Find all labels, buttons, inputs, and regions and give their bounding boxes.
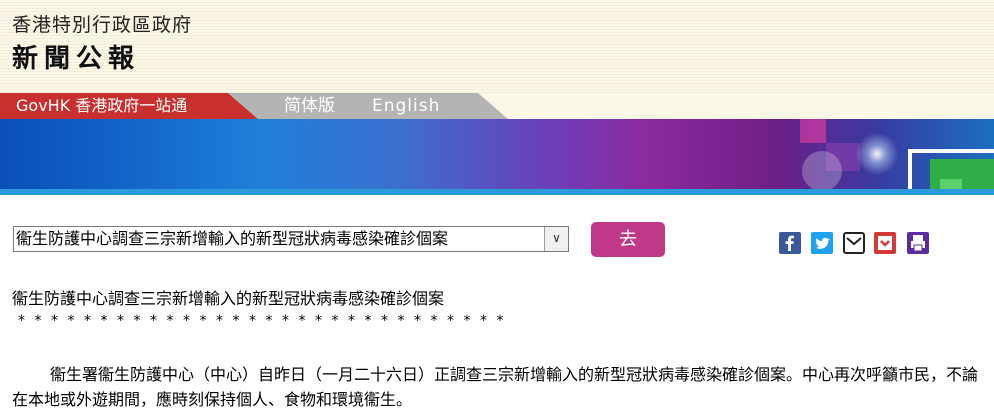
press-releases-title: 新聞公報 <box>12 44 141 74</box>
language-tabs: 简体版 English <box>228 93 508 119</box>
go-button[interactable]: 去 <box>591 222 665 257</box>
print-icon[interactable] <box>907 232 929 254</box>
government-name: 香港特別行政區政府 <box>12 14 193 36</box>
chevron-down-icon[interactable]: ∨ <box>544 227 568 251</box>
facebook-icon[interactable] <box>779 232 801 254</box>
save-icon[interactable] <box>874 232 896 254</box>
header: 香港特別行政區政府 新聞公報 <box>0 0 994 93</box>
banner <box>0 119 994 195</box>
article-select[interactable]: 衞生防護中心調查三宗新增輸入的新型冠狀病毒感染確診個案 ∨ <box>13 226 569 252</box>
article-selector-row: 衞生防護中心調查三宗新增輸入的新型冠狀病毒感染確診個案 ∨ 去 <box>0 222 994 258</box>
simplified-chinese-link[interactable]: 简体版 <box>284 93 335 119</box>
tab-govhk[interactable]: GovHK 香港政府一站通 <box>0 93 258 119</box>
english-link[interactable]: English <box>372 93 440 119</box>
separator: ****************************** <box>18 313 513 329</box>
email-icon[interactable] <box>843 232 865 254</box>
tab-bar: GovHK 香港政府一站通 简体版 English <box>0 93 994 119</box>
article-headline: 衞生防護中心調查三宗新增輸入的新型冠狀病毒感染確診個案 <box>12 289 445 308</box>
twitter-icon[interactable] <box>811 232 833 254</box>
article-paragraph: 衞生署衞生防護中心（中心）自昨日（一月二十六日）正調查三宗新增輸入的新型冠狀病毒… <box>12 365 979 409</box>
article-select-value: 衞生防護中心調查三宗新增輸入的新型冠狀病毒感染確診個案 <box>16 229 449 248</box>
